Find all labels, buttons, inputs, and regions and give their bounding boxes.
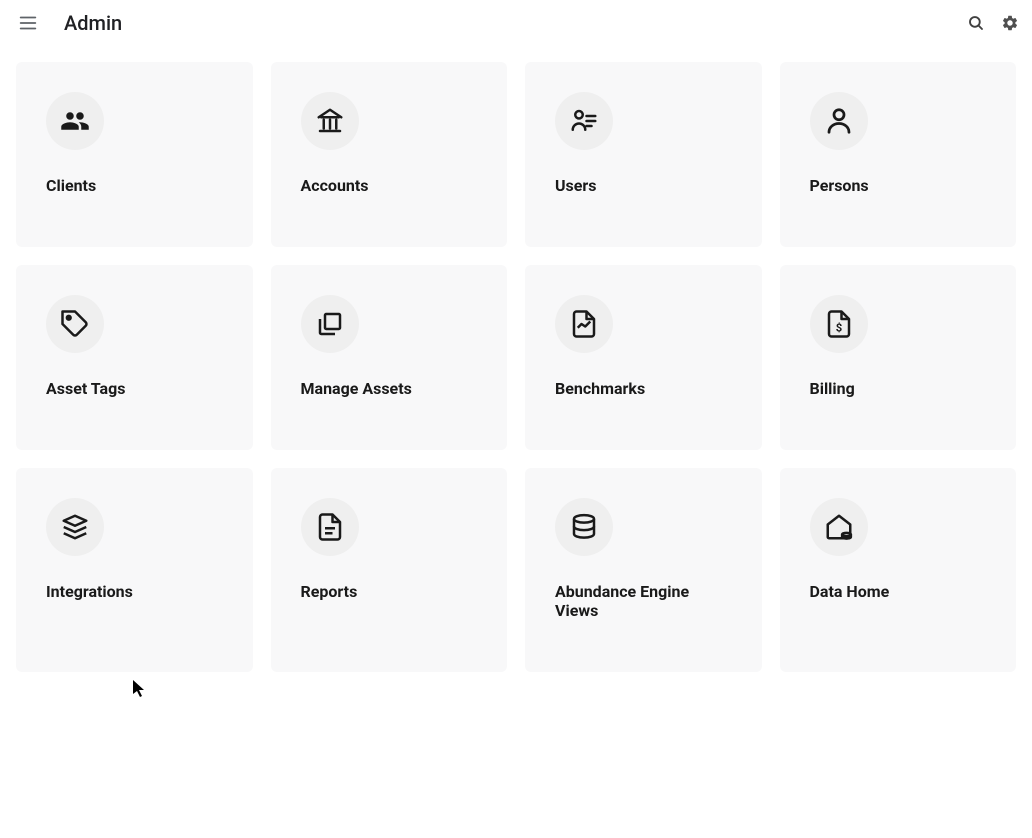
header: Admin — [0, 0, 1032, 46]
card-label: Clients — [46, 176, 223, 195]
card-asset-tags[interactable]: Asset Tags — [16, 265, 253, 450]
clients-icon — [46, 92, 104, 150]
asset-tags-icon — [46, 295, 104, 353]
manage-assets-icon — [301, 295, 359, 353]
card-label: Integrations — [46, 582, 223, 601]
card-label: Data Home — [810, 582, 987, 601]
persons-icon — [810, 92, 868, 150]
search-icon — [967, 14, 985, 32]
menu-button[interactable] — [16, 11, 40, 35]
header-actions — [964, 11, 1022, 35]
integrations-icon — [46, 498, 104, 556]
card-label: Users — [555, 176, 732, 195]
benchmarks-icon — [555, 295, 613, 353]
settings-button[interactable] — [998, 11, 1022, 35]
card-label: Manage Assets — [301, 379, 478, 398]
svg-text:$: $ — [835, 322, 841, 335]
admin-grid: Clients Accounts Users — [0, 46, 1032, 688]
card-label: Benchmarks — [555, 379, 732, 398]
card-manage-assets[interactable]: Manage Assets — [271, 265, 508, 450]
card-label: Billing — [810, 379, 987, 398]
card-label: Reports — [301, 582, 478, 601]
users-icon — [555, 92, 613, 150]
gear-icon — [1001, 14, 1019, 32]
card-label: Persons — [810, 176, 987, 195]
billing-icon: $ — [810, 295, 868, 353]
card-billing[interactable]: $ Billing — [780, 265, 1017, 450]
reports-icon — [301, 498, 359, 556]
abundance-icon — [555, 498, 613, 556]
card-label: Asset Tags — [46, 379, 223, 398]
page-title: Admin — [64, 11, 122, 35]
card-benchmarks[interactable]: Benchmarks — [525, 265, 762, 450]
card-accounts[interactable]: Accounts — [271, 62, 508, 247]
card-label: Accounts — [301, 176, 478, 195]
card-label: Abundance Engine Views — [555, 582, 732, 620]
card-data-home[interactable]: Data Home — [780, 468, 1017, 672]
card-abundance-engine-views[interactable]: Abundance Engine Views — [525, 468, 762, 672]
search-button[interactable] — [964, 11, 988, 35]
card-users[interactable]: Users — [525, 62, 762, 247]
card-reports[interactable]: Reports — [271, 468, 508, 672]
card-integrations[interactable]: Integrations — [16, 468, 253, 672]
accounts-icon — [301, 92, 359, 150]
card-persons[interactable]: Persons — [780, 62, 1017, 247]
menu-icon — [17, 12, 39, 34]
card-clients[interactable]: Clients — [16, 62, 253, 247]
data-home-icon — [810, 498, 868, 556]
